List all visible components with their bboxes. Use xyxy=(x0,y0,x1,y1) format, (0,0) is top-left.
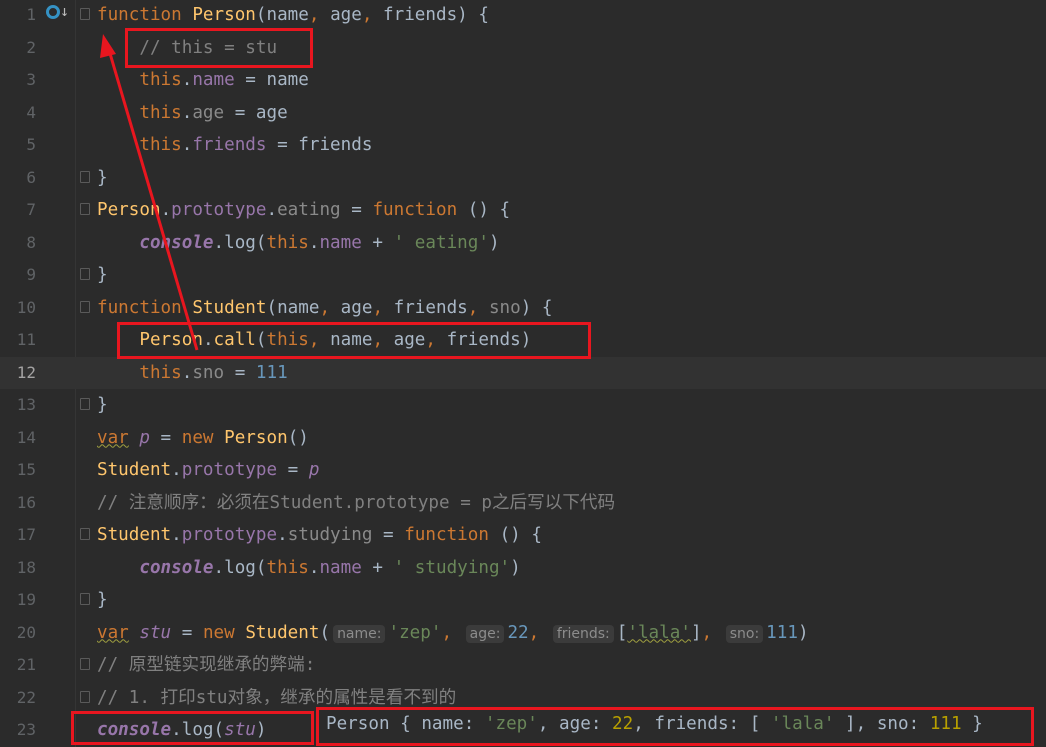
annotation-arrow xyxy=(100,34,199,351)
